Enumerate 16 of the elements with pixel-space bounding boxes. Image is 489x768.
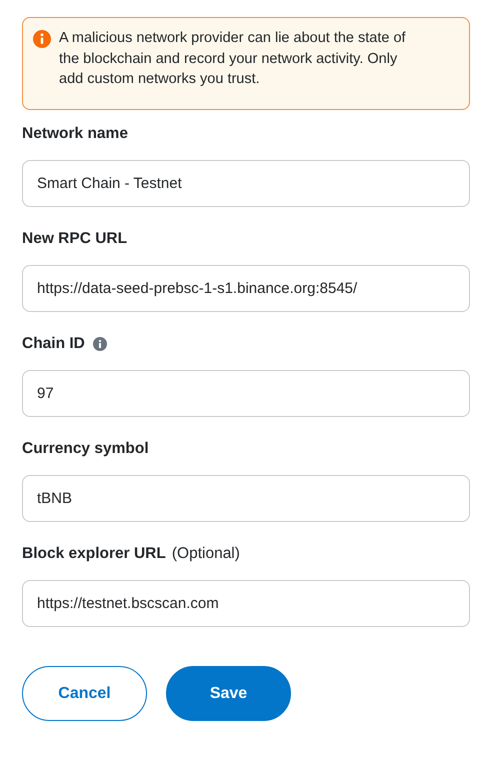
field-label: New RPC URL xyxy=(22,229,128,250)
save-button[interactable]: Save xyxy=(166,666,291,721)
field-label: Currency symbol xyxy=(22,439,149,460)
field-label: Chain ID xyxy=(22,334,85,354)
text-field[interactable]: Smart Chain - Testnet xyxy=(22,160,470,207)
warning-icon xyxy=(33,30,51,48)
info-icon[interactable] xyxy=(92,337,107,351)
text-field[interactable]: https://data-seed-prebsc-1-s1.binance.org:8545/ xyxy=(22,265,470,312)
optional-hint: (Optional) xyxy=(172,544,240,564)
field-label: Network name xyxy=(22,124,128,144)
cancel-button[interactable]: Cancel xyxy=(22,666,147,721)
field-label: Block explorer URL xyxy=(22,544,166,564)
text-field[interactable]: 97 xyxy=(22,370,470,417)
text-field[interactable]: https://testnet.bscscan.com xyxy=(22,580,470,627)
warning-text: A malicious network provider can lie about the state of the blockchain and record your network activity. Only add custom networks you trust. xyxy=(59,29,407,89)
text-field[interactable]: tBNB xyxy=(22,475,470,522)
